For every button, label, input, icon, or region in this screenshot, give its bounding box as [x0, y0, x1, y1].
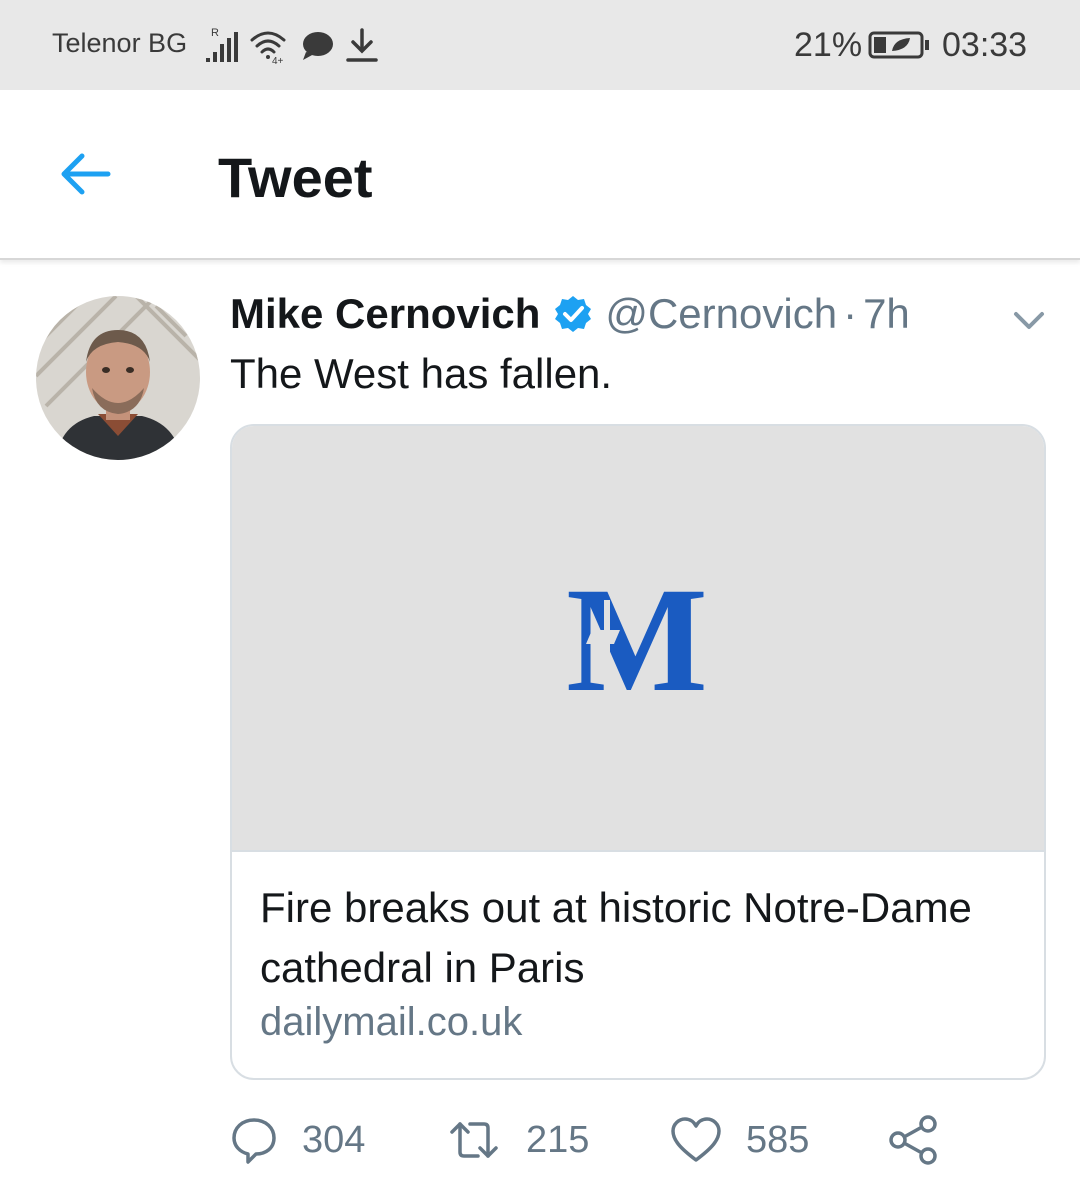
page-title: Tweet [218, 146, 373, 209]
back-arrow-icon[interactable] [58, 150, 112, 198]
retweet-icon [450, 1122, 498, 1158]
tweet-time[interactable]: 7h [863, 290, 910, 337]
status-icons: R 4+ [206, 27, 378, 67]
card-domain: dailymail.co.uk [260, 1000, 523, 1044]
download-icon [346, 28, 378, 62]
tweet-header: Mike Cernovich @Cernovich · 7h [230, 290, 910, 346]
verified-badge-icon [554, 296, 591, 332]
avatar[interactable] [36, 296, 200, 460]
roaming-mark: R [211, 27, 219, 39]
retweet-button[interactable]: 215 [446, 1112, 589, 1168]
profile-photo [36, 296, 200, 460]
wifi-icon: 4+ [250, 31, 286, 67]
carrier-name: Telenor BG [52, 28, 188, 58]
reply-icon [232, 1118, 276, 1164]
card-image: M [232, 426, 1044, 852]
logo-letter: M [566, 572, 708, 702]
signal-icon: R [206, 27, 238, 62]
share-icon [889, 1115, 937, 1165]
card-title: Fire breaks out at historic Notre-Dame c… [260, 884, 972, 991]
author-name[interactable]: Mike Cernovich [230, 290, 540, 337]
reply-count: 304 [302, 1118, 366, 1161]
like-count: 585 [746, 1118, 810, 1161]
chevron-down-icon[interactable] [1012, 306, 1046, 334]
share-button[interactable] [888, 1112, 940, 1168]
like-button[interactable]: 585 [670, 1112, 809, 1168]
reply-button[interactable]: 304 [230, 1112, 365, 1168]
link-card[interactable]: M Fire breaks out at historic Notre-Dame… [230, 424, 1046, 1080]
retweet-count: 215 [526, 1118, 590, 1161]
message-icon [303, 32, 333, 60]
tweet-text: The West has fallen. [230, 350, 613, 397]
heart-icon [671, 1117, 721, 1162]
clock: 03:33 [942, 26, 1028, 64]
separator-dot: · [843, 290, 858, 337]
network-tag: 4+ [272, 56, 284, 67]
author-handle[interactable]: @Cernovich [605, 290, 837, 337]
status-bar: Telenor BG R 4+ 21% 03:33 [0, 0, 1080, 90]
app-header: Tweet [0, 90, 1080, 260]
battery-percent: 21% [794, 26, 863, 64]
battery-icon [868, 31, 929, 59]
daily-mail-logo: M [566, 572, 708, 702]
